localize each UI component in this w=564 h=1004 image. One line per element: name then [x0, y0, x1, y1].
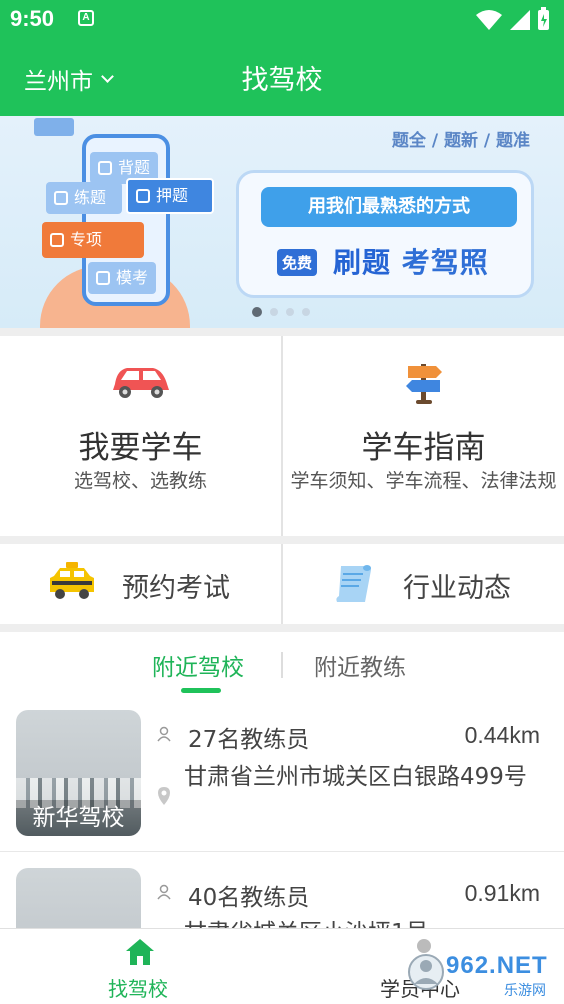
page-title: 找驾校 — [241, 65, 323, 96]
watermark-subtext: 乐游网 — [504, 983, 546, 999]
carousel-dot[interactable] — [270, 308, 278, 316]
coach-count: 27名教练员 — [188, 727, 310, 753]
quick-link-label: 行业动态 — [403, 573, 511, 604]
taxi-icon — [50, 562, 94, 599]
distance: 0.44km — [464, 722, 540, 748]
checkbox-icon — [136, 189, 150, 203]
tile-title: 学车指南 — [361, 430, 486, 466]
school-thumbnail: 新华驾校 — [16, 710, 141, 836]
tab-nearby-schools[interactable]: 附近驾校 — [152, 648, 244, 682]
school-list-item[interactable]: 新华驾校 27名教练员 0.44km 甘肃省兰州市城关区白银路499号 — [0, 696, 564, 851]
driving-guide-tile[interactable]: 学车指南 学车须知、学车流程、法律法规 — [283, 336, 564, 536]
navigation-header: 兰州市 找驾校 — [0, 38, 564, 116]
book-exam-link[interactable]: 预约考试 — [0, 544, 281, 624]
free-badge: 免费 — [277, 249, 318, 276]
watermark-logo — [408, 954, 444, 990]
nav-find-school[interactable]: 找驾校 — [90, 929, 190, 1004]
school-name: 新华驾校 — [16, 800, 141, 836]
system-status-icons — [476, 7, 549, 30]
checkbox-icon — [54, 191, 68, 205]
chip-predict: 押题 — [126, 178, 214, 214]
banner-tagline: 题全 / 题新 / 题准 — [391, 131, 530, 151]
wifi-icon — [476, 10, 502, 30]
car-icon — [112, 368, 169, 398]
banner-headline: 刷题 考驾照 — [333, 246, 489, 279]
slogan-bubble: 用我们最熟悉的方式 免费 刷题 考驾照 — [236, 170, 534, 298]
distance: 0.91km — [464, 880, 540, 906]
school-address: 甘肃省城关区小沙坪1号 — [184, 914, 544, 928]
checkbox-icon — [98, 161, 112, 175]
location-pin-icon — [158, 787, 170, 805]
scroll-icon — [336, 565, 371, 602]
promo-banner[interactable]: 题全 / 题新 / 题准 背题 练题 押题 专项 模考 用我们最熟悉的方式 免费… — [0, 116, 564, 328]
chip-mock: 模考 — [88, 262, 156, 294]
banner-slogan: 用我们最熟悉的方式 — [261, 187, 517, 227]
signal-icon — [510, 10, 530, 30]
carousel-dot[interactable] — [302, 308, 310, 316]
tile-subtitle: 学车须知、学车流程、法律法规 — [290, 470, 557, 492]
status-time: 9:50 — [10, 6, 55, 31]
industry-news-link[interactable]: 行业动态 — [283, 544, 564, 624]
carousel-dot[interactable] — [252, 307, 262, 317]
school-list-item[interactable]: 40名教练员 0.91km 甘肃省城关区小沙坪1号 — [0, 852, 564, 928]
section-divider — [0, 328, 564, 336]
chip-special: 专项 — [42, 222, 144, 258]
carousel-indicator[interactable] — [252, 307, 310, 317]
learn-driving-tile[interactable]: 我要学车 选驾校、选教练 — [0, 336, 281, 536]
tile-subtitle: 选驾校、选教练 — [73, 470, 207, 492]
notification-icon: A — [78, 10, 94, 26]
school-address: 甘肃省兰州市城关区白银路499号 — [184, 764, 527, 790]
section-divider — [0, 536, 564, 544]
list-tabs: 附近驾校 附近教练 — [0, 632, 564, 696]
tab-divider — [281, 652, 283, 678]
signpost-icon — [405, 364, 442, 404]
chat-bubble-icon — [34, 118, 74, 136]
home-icon — [126, 939, 154, 965]
chip-practice: 练题 — [46, 182, 122, 214]
quick-link-label: 预约考试 — [122, 573, 230, 604]
watermark-text: 962.NET — [446, 952, 548, 979]
school-thumbnail — [16, 868, 141, 928]
status-bar: 9:50 A — [0, 0, 564, 38]
carousel-dot[interactable] — [286, 308, 294, 316]
checkbox-icon — [96, 271, 110, 285]
site-watermark: 962.NET 乐游网 — [406, 952, 556, 999]
coach-count: 40名教练员 — [188, 885, 310, 911]
active-tab-indicator — [181, 688, 221, 693]
nav-label: 找驾校 — [108, 977, 168, 1001]
person-icon — [157, 884, 171, 900]
tile-title: 我要学车 — [78, 430, 203, 466]
person-icon — [157, 726, 171, 742]
tab-nearby-coaches[interactable]: 附近教练 — [314, 648, 406, 682]
section-divider — [0, 624, 564, 632]
app-header-bar: 9:50 A 兰州市 找驾校 — [0, 0, 564, 116]
checkbox-icon — [50, 233, 64, 247]
